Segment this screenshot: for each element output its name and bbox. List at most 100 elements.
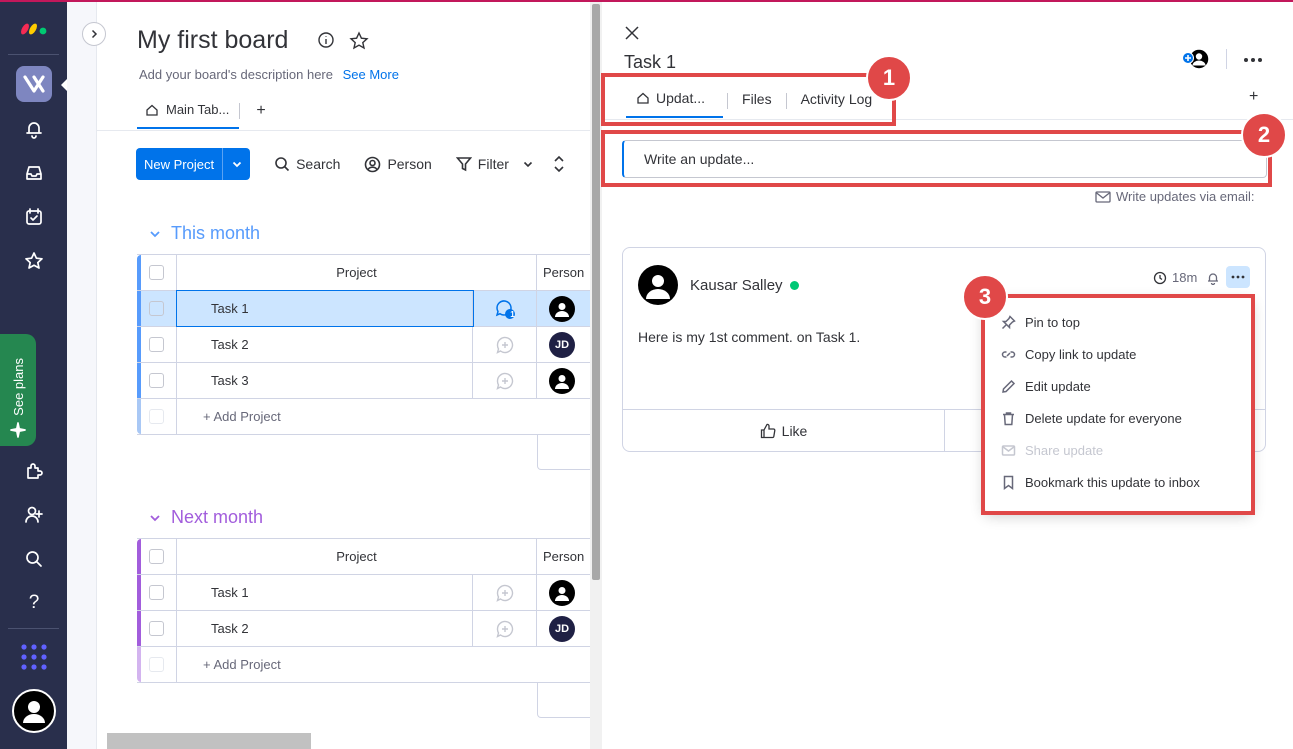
chevron-down-icon[interactable] — [523, 159, 533, 169]
avatar[interactable]: JD — [549, 331, 575, 358]
email-updates-label: Write updates via email: — [1116, 189, 1255, 204]
table-row[interactable]: Task 1 — [137, 575, 590, 611]
author-avatar[interactable] — [638, 265, 678, 305]
bell-icon — [1208, 273, 1218, 286]
search-icon — [275, 157, 290, 172]
new-project-button[interactable]: New Project — [136, 148, 251, 180]
group-color-bar — [137, 647, 141, 682]
table-row[interactable]: Task 2 JD — [137, 327, 590, 363]
row-checkbox — [149, 657, 164, 672]
user-avatar[interactable] — [12, 689, 56, 733]
table-row[interactable]: Task 2 JD — [137, 611, 590, 647]
like-button[interactable]: Like — [623, 410, 945, 452]
see-plans-label: See plans — [10, 358, 26, 416]
avatar[interactable]: JD — [549, 615, 575, 642]
page-title[interactable]: My first board — [137, 26, 288, 55]
favorite-star-icon[interactable] — [349, 31, 369, 51]
select-all-checkbox[interactable] — [149, 265, 164, 280]
item-title[interactable]: Task 1 — [624, 52, 676, 73]
add-conversation-icon — [495, 620, 513, 638]
filter-button[interactable]: Filter — [455, 156, 533, 172]
avatar[interactable] — [549, 367, 575, 394]
clock-icon — [1153, 271, 1167, 284]
author-name[interactable]: Kausar Salley — [690, 277, 783, 294]
info-icon[interactable] — [317, 31, 335, 49]
group-color-bar — [137, 575, 141, 610]
avatar[interactable] — [549, 579, 575, 606]
column-header-person[interactable]: Person — [537, 539, 590, 574]
search-button[interactable]: Search — [274, 156, 340, 172]
group-title-label: This month — [171, 223, 261, 243]
add-tab-button[interactable]: + — [1249, 88, 1258, 106]
product-switcher-grid-icon[interactable] — [17, 640, 51, 674]
board-description[interactable]: Add your board's description here See Mo… — [139, 67, 399, 82]
row-checkbox[interactable] — [149, 621, 164, 636]
help-button[interactable]: ? — [17, 586, 51, 620]
item-name[interactable]: Task 2 — [177, 327, 473, 362]
work-management-icon[interactable] — [16, 66, 52, 102]
add-update-button[interactable] — [473, 363, 537, 398]
add-update-button[interactable] — [473, 611, 537, 646]
update-options-button[interactable] — [1226, 266, 1250, 288]
annotation-badge-1: 1 — [866, 55, 912, 101]
add-item-row[interactable]: + Add Project — [137, 399, 590, 435]
table-header-row: Project Person — [137, 539, 590, 575]
item-name[interactable]: Task 2 — [177, 611, 473, 646]
add-item-row[interactable]: + Add Project — [137, 647, 590, 683]
annotation-box-2 — [601, 130, 1272, 187]
table-row[interactable]: Task 3 — [137, 363, 590, 399]
row-checkbox[interactable] — [149, 301, 164, 316]
group-title-label: Next month — [171, 507, 264, 527]
sort-button[interactable] — [553, 155, 565, 173]
item-updates-button[interactable]: 1 — [473, 291, 537, 326]
group-title-next-month[interactable]: Next month — [149, 507, 263, 528]
tab-main-table[interactable]: Main Tab... — [137, 100, 240, 129]
person-label: Person — [387, 156, 432, 172]
row-checkbox[interactable] — [149, 585, 164, 600]
chevron-down-icon[interactable] — [149, 228, 161, 240]
inbox-icon[interactable] — [17, 156, 51, 190]
apps-puzzle-icon[interactable] — [17, 454, 51, 488]
search-icon[interactable] — [17, 542, 51, 576]
add-update-button[interactable] — [473, 575, 537, 610]
avatar[interactable] — [549, 295, 575, 322]
close-icon — [625, 26, 639, 40]
horizontal-scrollbar[interactable] — [107, 733, 311, 749]
column-header-person[interactable]: Person — [537, 255, 590, 290]
person-filter-button[interactable]: Person — [364, 156, 432, 173]
email-updates-hint[interactable]: Write updates via email: — [1095, 189, 1255, 204]
annotation-badge-2: 2 — [1241, 112, 1287, 158]
add-project-input[interactable]: + Add Project — [177, 399, 590, 434]
item-name[interactable]: Task 1 — [176, 290, 474, 327]
item-name[interactable]: Task 3 — [177, 363, 473, 398]
expand-sidebar-button[interactable] — [82, 22, 106, 46]
chevron-down-icon[interactable] — [149, 512, 161, 524]
select-all-checkbox[interactable] — [149, 549, 164, 564]
subscribers-button[interactable] — [1182, 48, 1210, 70]
see-more-link[interactable]: See More — [343, 67, 399, 82]
row-checkbox[interactable] — [149, 337, 164, 352]
group-title-this-month[interactable]: This month — [149, 223, 260, 244]
update-notify-button[interactable] — [1206, 271, 1220, 290]
vertical-scrollbar[interactable] — [592, 4, 600, 580]
add-update-button[interactable] — [473, 327, 537, 362]
more-options-button[interactable] — [1243, 50, 1263, 68]
favorites-star-icon[interactable] — [17, 244, 51, 278]
group-color-bar — [137, 539, 141, 574]
new-project-dropdown[interactable] — [222, 148, 250, 180]
notifications-bell-icon[interactable] — [17, 112, 51, 146]
column-header-project[interactable]: Project — [177, 539, 537, 574]
my-work-icon[interactable] — [17, 200, 51, 234]
table-row[interactable]: Task 1 1 — [137, 290, 590, 327]
row-checkbox[interactable] — [149, 373, 164, 388]
thumbs-up-icon — [760, 423, 776, 439]
updates-count-badge: 1 — [510, 310, 515, 319]
invite-members-icon[interactable] — [17, 498, 51, 532]
add-view-button[interactable]: + — [256, 102, 265, 120]
item-name[interactable]: Task 1 — [177, 575, 473, 610]
monday-logo-icon[interactable] — [17, 10, 51, 44]
see-plans-button[interactable]: See plans — [0, 334, 36, 446]
close-panel-button[interactable] — [624, 25, 640, 46]
add-project-input[interactable]: + Add Project — [177, 647, 590, 682]
column-header-project[interactable]: Project — [177, 255, 537, 290]
